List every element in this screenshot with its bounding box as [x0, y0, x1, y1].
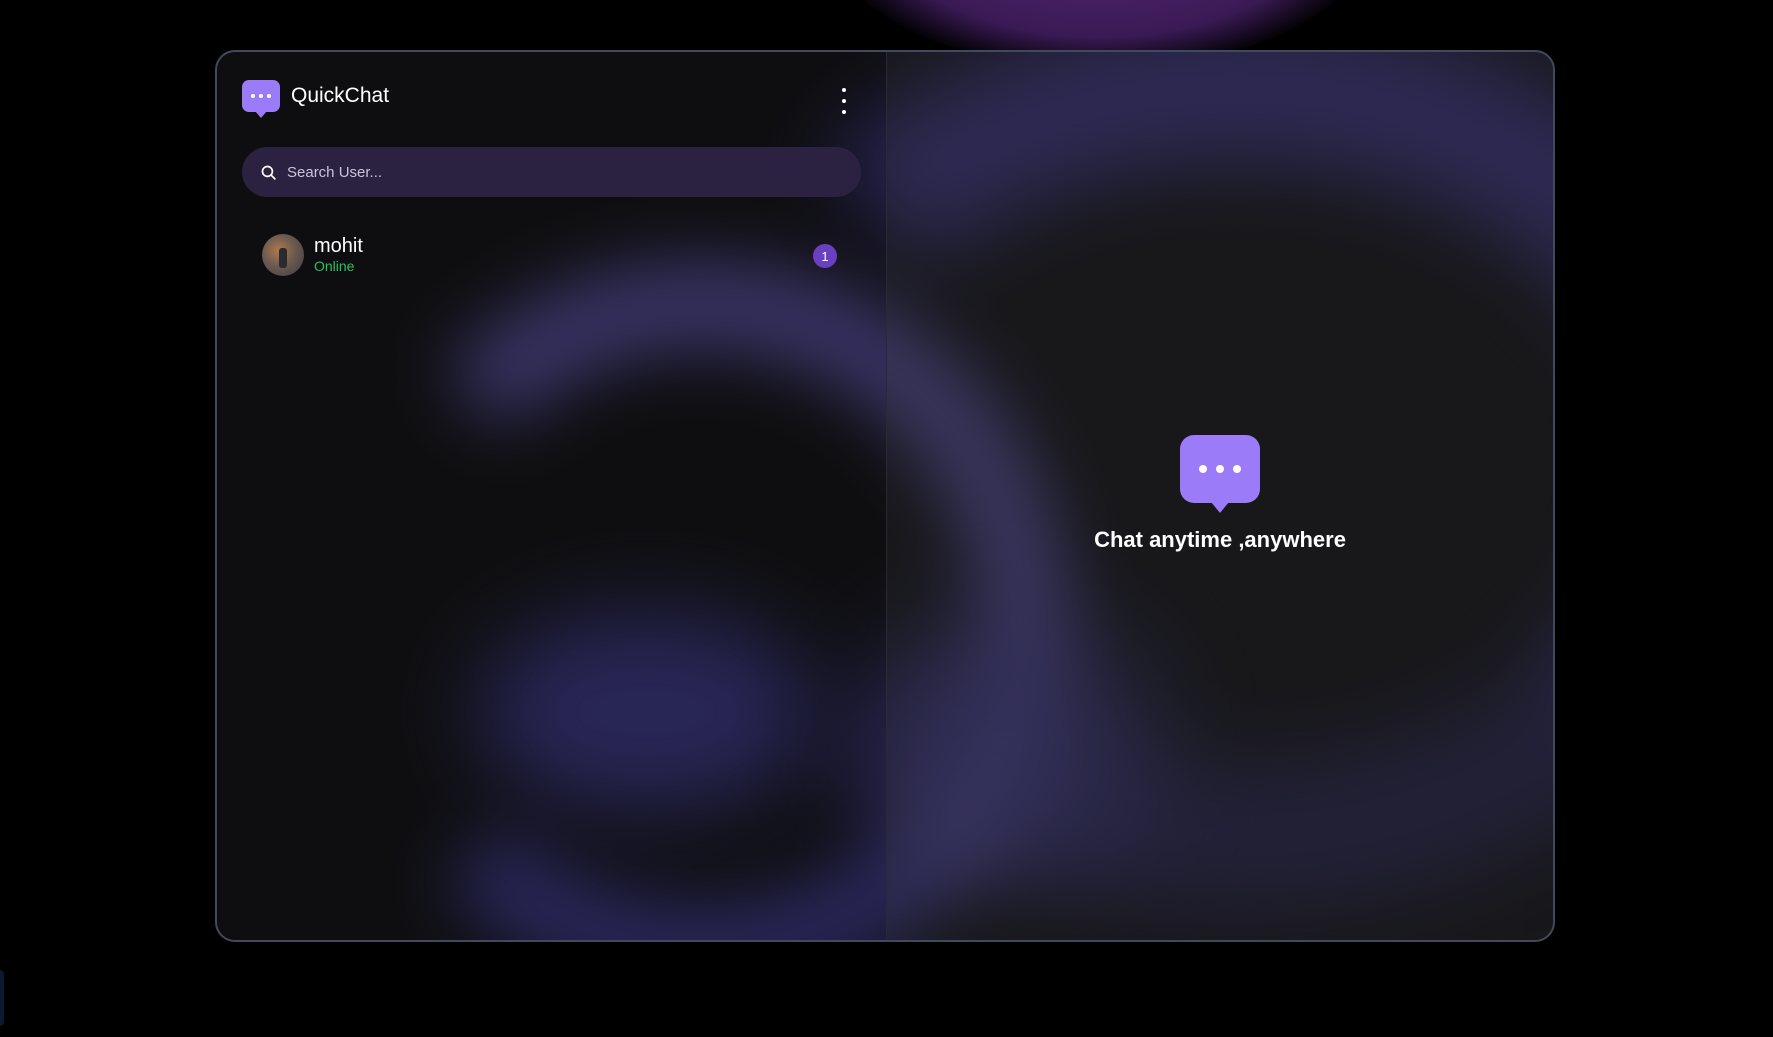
- user-name: mohit: [314, 235, 363, 257]
- user-list-item[interactable]: mohit Online 1: [262, 230, 842, 280]
- chat-main-panel: Chat anytime ,anywhere: [887, 52, 1553, 940]
- empty-state-text: Chat anytime ,anywhere: [1094, 527, 1346, 552]
- search-input[interactable]: [285, 162, 849, 182]
- chat-app-window: QuickChat mohit Online 1: [215, 50, 1555, 942]
- user-status: Online: [314, 258, 355, 274]
- page: QuickChat mohit Online 1: [0, 0, 1773, 1037]
- avatar: [262, 234, 304, 276]
- sidebar: QuickChat mohit Online 1: [217, 52, 887, 940]
- app-title: QuickChat: [291, 84, 390, 107]
- search-icon: [261, 165, 276, 180]
- empty-state: Chat anytime ,anywhere: [887, 435, 1553, 553]
- more-vertical-icon[interactable]: [837, 88, 851, 114]
- brand: QuickChat: [242, 80, 390, 118]
- chat-bubble-icon: [242, 80, 280, 118]
- unread-badge: 1: [813, 244, 837, 268]
- user-info: mohit Online: [314, 235, 363, 275]
- search-bar: [242, 147, 861, 197]
- chat-bubble-icon: [1180, 435, 1260, 513]
- corner-tab: [0, 970, 4, 1026]
